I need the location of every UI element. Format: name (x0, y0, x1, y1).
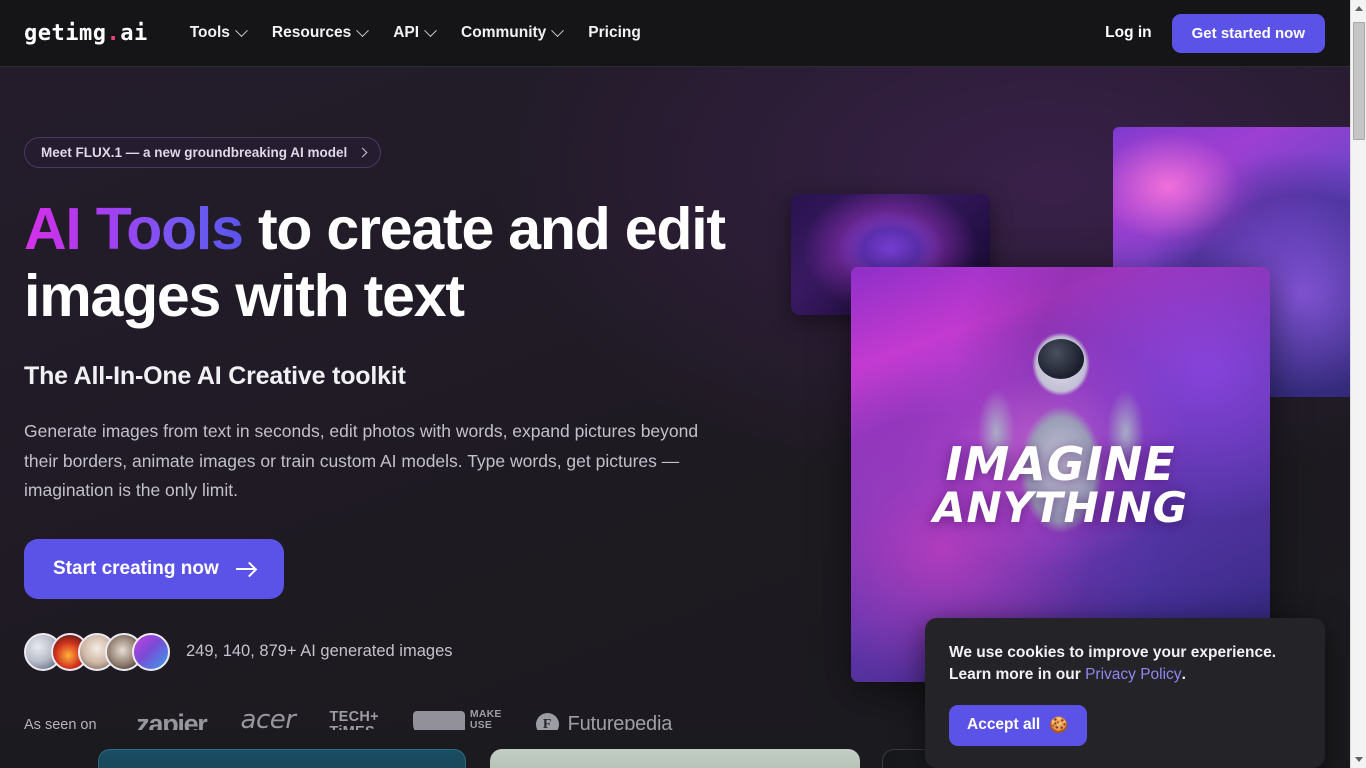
avatar-group (24, 632, 170, 671)
cookie-message-part2: . (1181, 666, 1186, 684)
start-creating-button[interactable]: Start creating now (24, 538, 284, 599)
generated-images-count: 249, 140, 879+ AI generated images (186, 642, 453, 661)
nav-item-community[interactable]: Community (461, 23, 565, 42)
logo-tech-times-line1: TECH+ (329, 708, 379, 725)
browser-page: getimg.ai Tools Resources API Community (0, 0, 1366, 768)
nav-item-api[interactable]: API (393, 23, 437, 42)
nav-actions: Log in Get started now (1105, 13, 1325, 53)
triangle-down-icon (1355, 757, 1363, 762)
privacy-policy-link[interactable]: Privacy Policy (1085, 666, 1181, 683)
nav-item-api-label: API (393, 24, 420, 41)
nav-item-pricing-label: Pricing (588, 24, 641, 41)
pine-trees-decoration (490, 749, 860, 768)
nav-item-tools[interactable]: Tools (189, 23, 248, 42)
start-creating-label: Start creating now (53, 557, 219, 579)
gallery-card-1[interactable] (98, 749, 466, 768)
page-viewport: getimg.ai Tools Resources API Community (0, 0, 1350, 768)
cookie-message: We use cookies to improve your experienc… (949, 642, 1301, 687)
top-navigation-bar: getimg.ai Tools Resources API Community (0, 0, 1350, 67)
nav-item-resources-label: Resources (271, 24, 352, 41)
accept-all-cookies-button[interactable]: Accept all 🍪 (949, 704, 1087, 746)
logo-muo-blob-icon (412, 711, 465, 730)
chevron-down-icon (235, 23, 248, 37)
badge-label: Meet FLUX.1 — a new groundbreaking AI mo… (41, 145, 348, 160)
arrow-right-icon (235, 567, 255, 570)
login-link[interactable]: Log in (1105, 24, 1152, 42)
logo-futurepedia: F Futurepedia (535, 713, 673, 730)
logo-make-use-of: MAKE USE OF_ (412, 709, 502, 730)
vertical-scrollbar[interactable] (1350, 0, 1366, 768)
chevron-right-icon (357, 147, 368, 158)
as-seen-on-row: As seen on _zapier acer corner TECH+ TiM… (24, 707, 734, 730)
nav-item-pricing[interactable]: Pricing (588, 24, 641, 42)
accept-all-label: Accept all (967, 716, 1041, 734)
cookie-consent-banner: We use cookies to improve your experienc… (925, 618, 1325, 768)
scroll-down-arrow-icon[interactable] (1351, 751, 1366, 768)
logo-acer-corner: acer corner (241, 707, 296, 730)
logo-tech-times-lines: TECH+ TiMES (329, 708, 379, 730)
logo-suffix: ai (120, 20, 148, 46)
cookie-icon: 🍪 (1049, 716, 1069, 734)
logo-make-use-of-mark: MAKE USE OF_ (412, 709, 502, 730)
logo-futurepedia-text: Futurepedia (567, 713, 673, 730)
hero-cta-row: Start creating now (24, 538, 734, 599)
triangle-up-icon (1355, 6, 1363, 11)
chevron-down-icon (356, 23, 370, 37)
logo-dot: . (106, 20, 121, 46)
nav-item-tools-label: Tools (189, 24, 230, 41)
logo-acer-text: acer (240, 704, 296, 730)
logo-zapier: _zapier (122, 709, 208, 730)
scrollbar-thumb[interactable] (1353, 22, 1365, 140)
headline-highlight: AI Tools (24, 196, 244, 262)
site-logo[interactable]: getimg.ai (24, 21, 148, 46)
flux-announcement-badge[interactable]: Meet FLUX.1 — a new groundbreaking AI mo… (24, 137, 382, 168)
get-started-button[interactable]: Get started now (1171, 13, 1325, 53)
hero-content: Meet FLUX.1 — a new groundbreaking AI mo… (24, 137, 734, 730)
logo-muo-lines: MAKE USE OF_ (470, 709, 502, 730)
logo-muo-line1: MAKE (469, 707, 502, 720)
hero-description: Generate images from text in seconds, ed… (24, 421, 699, 500)
page-title: AI Tools to create and edit images with … (24, 196, 734, 329)
avatar (132, 632, 170, 671)
caption-line-2: ANYTHING (932, 483, 1189, 533)
logo-word: getimg (24, 20, 107, 46)
hero-subheadline: The All-In-One AI Creative toolkit (24, 362, 406, 391)
logo-tech-times-line2: TiMES (329, 724, 378, 730)
hero-image-caption: IMAGINE ANYTHING (851, 441, 1270, 533)
futurepedia-mark-icon: F (535, 713, 559, 730)
gallery-card-2[interactable] (490, 749, 860, 768)
nav-item-resources[interactable]: Resources (271, 23, 370, 42)
social-stat-row: 249, 140, 879+ AI generated images (24, 632, 734, 671)
nav-item-community-label: Community (461, 24, 547, 41)
astronaut-helmet-visor (1037, 339, 1084, 379)
chevron-down-icon (551, 23, 565, 37)
as-seen-on-label: As seen on (24, 716, 97, 730)
logo-tech-times: TECH+ TiMES (329, 708, 379, 730)
chevron-down-icon (424, 23, 437, 37)
scroll-up-arrow-icon[interactable] (1351, 0, 1366, 17)
primary-nav-links: Tools Resources API Community Pricing (189, 23, 641, 42)
logo-zapier-text: _zapier (122, 709, 208, 730)
